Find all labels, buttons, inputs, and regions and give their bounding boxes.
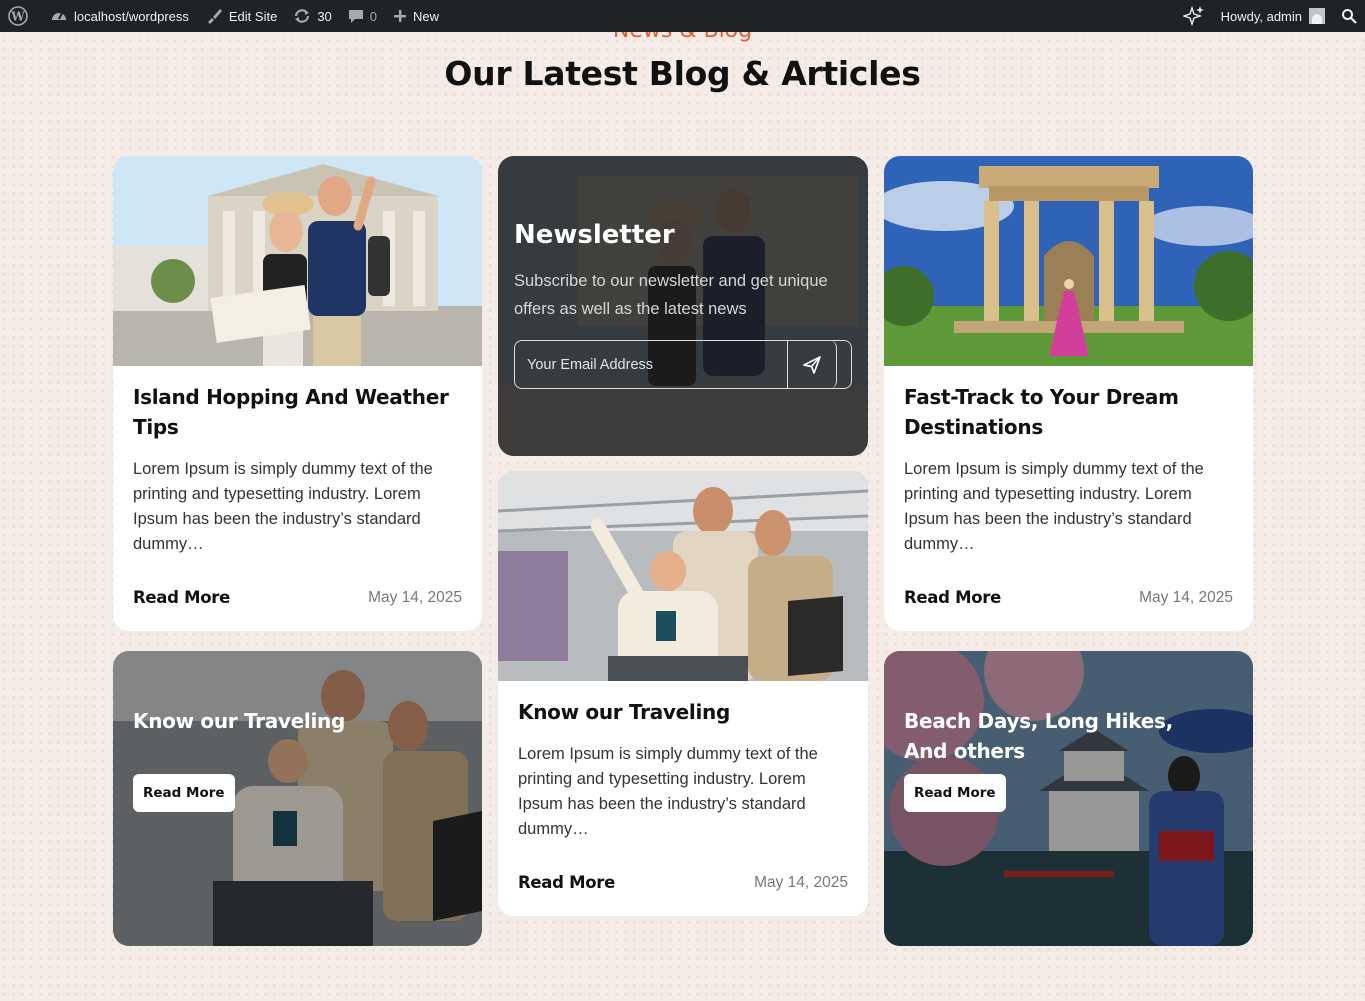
avatar xyxy=(1309,8,1325,24)
site-name-label: localhost/wordpress xyxy=(74,8,189,24)
newsletter-text: Subscribe to our newsletter and get uniq… xyxy=(514,272,828,318)
newsletter-form xyxy=(514,340,852,389)
sparkle-icon xyxy=(1182,5,1205,27)
card-title[interactable]: Fast-Track to Your Dream Destinations xyxy=(904,382,1233,442)
send-paper-plane-icon xyxy=(802,355,822,375)
comments-link[interactable]: 0 xyxy=(340,0,385,32)
site-name-link[interactable]: localhost/wordpress xyxy=(42,0,197,32)
post-date: May 14, 2025 xyxy=(1139,588,1233,606)
howdy-label: Howdy, admin xyxy=(1220,8,1302,24)
read-more-link[interactable]: Read More xyxy=(518,873,615,892)
card-title[interactable]: Island Hopping And Weather Tips xyxy=(133,382,462,442)
card-title[interactable]: Know our Traveling xyxy=(518,697,848,727)
post-date: May 14, 2025 xyxy=(368,588,462,606)
comment-bubble-icon xyxy=(348,8,364,24)
wordpress-icon: W xyxy=(8,6,28,26)
search-button[interactable] xyxy=(1333,0,1365,32)
subscribe-button[interactable] xyxy=(787,340,837,389)
card-excerpt: Lorem Ipsum is simply dummy text of the … xyxy=(518,745,818,838)
blog-card: Fast-Track to Your Dream Destinations Lo… xyxy=(884,156,1253,631)
featured-post-card: Beach Days, Long Hikes, And others Read … xyxy=(884,651,1253,946)
my-account-menu[interactable]: Howdy, admin xyxy=(1213,0,1333,32)
featured-post-title[interactable]: Know our Traveling xyxy=(133,706,442,736)
brush-icon xyxy=(205,7,223,25)
plus-icon xyxy=(393,9,407,23)
search-icon xyxy=(1341,8,1357,24)
updates-link[interactable]: 30 xyxy=(285,0,339,32)
read-more-link[interactable]: Read More xyxy=(904,588,1001,607)
ancient-ruins-photo[interactable] xyxy=(884,156,1253,366)
email-input[interactable] xyxy=(515,341,787,388)
blog-card: Island Hopping And Weather Tips Lorem Ip… xyxy=(113,156,482,631)
blog-card: Know our Traveling Lorem Ipsum is simply… xyxy=(498,471,868,916)
wordpress-logo-button[interactable]: W xyxy=(0,0,42,32)
section-title: Our Latest Blog & Articles xyxy=(444,54,921,93)
post-date: May 14, 2025 xyxy=(754,873,848,891)
family-airport-photo[interactable] xyxy=(498,471,868,681)
featured-post-card: Know our Traveling Read More xyxy=(113,651,482,946)
updates-count: 30 xyxy=(317,8,332,24)
card-excerpt: Lorem Ipsum is simply dummy text of the … xyxy=(904,460,1204,553)
newsletter-title: Newsletter xyxy=(514,220,675,250)
svg-text:W: W xyxy=(10,10,25,24)
card-excerpt: Lorem Ipsum is simply dummy text of the … xyxy=(133,460,433,553)
dashboard-gauge-icon xyxy=(50,7,68,25)
newsletter-box: Newsletter Subscribe to our newsletter a… xyxy=(498,156,868,456)
new-label: New xyxy=(413,8,440,24)
admin-bar: W localhost/wordpress Edit Site 30 0 New xyxy=(0,0,1365,32)
travel-couple-photo[interactable] xyxy=(113,156,482,366)
read-more-link[interactable]: Read More xyxy=(133,588,230,607)
read-more-button[interactable]: Read More xyxy=(904,774,1006,812)
edit-site-label: Edit Site xyxy=(228,8,278,24)
read-more-button[interactable]: Read More xyxy=(133,774,235,812)
ai-sparkle-button[interactable] xyxy=(1175,0,1213,32)
featured-post-title[interactable]: Beach Days, Long Hikes, And others xyxy=(904,706,1213,766)
comments-count: 0 xyxy=(369,8,378,24)
edit-site-link[interactable]: Edit Site xyxy=(197,0,285,32)
new-content-link[interactable]: New xyxy=(385,0,447,32)
refresh-icon xyxy=(293,7,311,25)
